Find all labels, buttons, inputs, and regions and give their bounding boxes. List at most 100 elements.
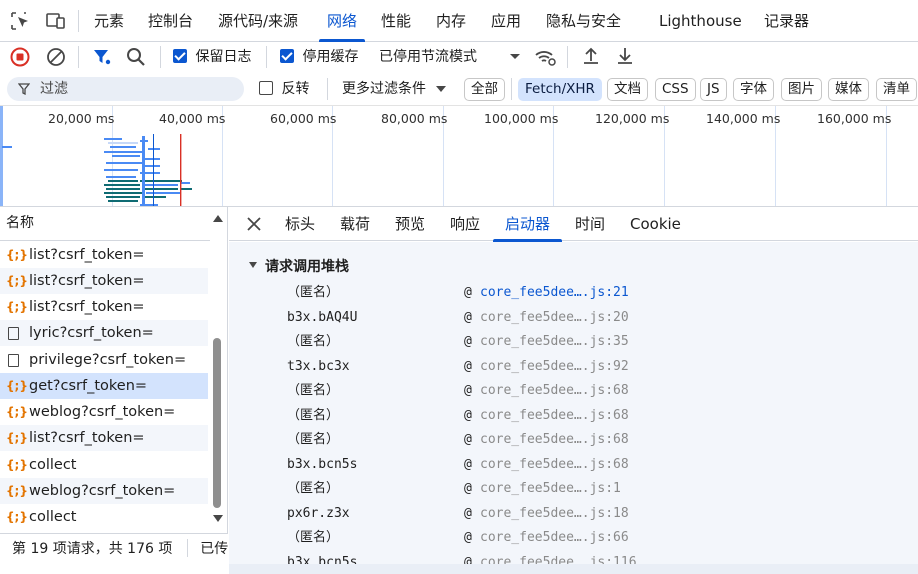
name-column-header[interactable]: 名称 <box>0 207 210 241</box>
filter-input[interactable]: 过滤 <box>7 77 244 101</box>
toolbar-divider <box>78 46 79 68</box>
disable-cache-checkbox[interactable] <box>280 49 294 63</box>
frame-source-link[interactable]: core_fee5dee….js:18 <box>480 502 629 526</box>
tab-response[interactable]: 响应 <box>450 207 480 241</box>
tab-initiator[interactable]: 启动器 <box>492 207 563 242</box>
list-item[interactable]: {;} list?csrf_token= <box>0 242 208 268</box>
frame-function: b3x.bAQ4U <box>287 310 358 325</box>
toolbar-divider <box>511 78 512 100</box>
frame-at: @ <box>464 334 472 349</box>
disable-cache-toggle[interactable]: 停用缓存 <box>280 46 358 68</box>
preserve-log-toggle[interactable]: 保留日志 <box>173 46 251 68</box>
chevron-down-icon[interactable] <box>509 53 521 61</box>
tab-cookies[interactable]: Cookie <box>630 207 681 241</box>
overview-tick-label: 80,000 ms <box>381 111 448 126</box>
tab-timing[interactable]: 时间 <box>575 207 605 241</box>
expand-triangle-icon[interactable] <box>249 262 257 268</box>
invert-checkbox[interactable] <box>259 81 273 95</box>
frame-at: @ <box>464 408 472 423</box>
chip-fetch-xhr[interactable]: Fetch/XHR <box>518 78 602 101</box>
filter-placeholder: 过滤 <box>40 81 68 97</box>
frame-source-link[interactable]: core_fee5dee….js:66 <box>480 526 629 550</box>
tab-privacy-security[interactable]: 隐私与安全 <box>546 0 621 42</box>
search-icon[interactable] <box>125 46 147 68</box>
list-item[interactable]: {;} list?csrf_token= <box>0 425 208 451</box>
frame-function: b3x.bcn5s <box>287 457 358 472</box>
frame-source-link[interactable]: core_fee5dee….js:21 <box>480 281 629 305</box>
import-har-icon[interactable] <box>580 45 602 67</box>
tab-lighthouse[interactable]: Lighthouse <box>659 0 742 42</box>
filter-icon[interactable] <box>91 46 113 68</box>
tab-sources[interactable]: 源代码/来源 <box>218 0 298 42</box>
list-item[interactable]: {;} weblog?csrf_token= <box>0 399 208 425</box>
chip-all[interactable]: 全部 <box>464 78 505 101</box>
stack-frame: （匿名） @ core_fee5dee….js:68 <box>229 404 918 428</box>
request-name: lyric?csrf_token= <box>29 325 154 341</box>
list-item[interactable]: {;} collect <box>0 504 208 530</box>
stack-frame: （匿名） @ core_fee5dee….js:35 <box>229 330 918 354</box>
network-conditions-icon[interactable] <box>533 46 557 68</box>
frame-at: @ <box>464 383 472 398</box>
tab-elements[interactable]: 元素 <box>94 0 124 42</box>
frame-source-link[interactable]: core_fee5dee….js:116 <box>480 551 637 564</box>
invert-toggle[interactable]: 反转 <box>259 78 309 100</box>
list-item[interactable]: {;} list?csrf_token= <box>0 294 208 320</box>
tab-network[interactable]: 网络 <box>318 0 366 42</box>
chip-doc[interactable]: 文档 <box>607 78 648 101</box>
filter-row: 过滤 反转 更多过滤条件 全部 Fetch/XHR 文档 CSS JS 字体 图… <box>0 72 918 106</box>
chip-manifest[interactable]: 清单 <box>876 78 917 101</box>
list-item-selected[interactable]: {;} get?csrf_token= <box>0 373 208 399</box>
request-list-scrollbar[interactable] <box>213 338 221 508</box>
chip-js[interactable]: JS <box>700 78 727 101</box>
list-item[interactable]: lyric?csrf_token= <box>0 320 208 346</box>
request-name: list?csrf_token= <box>29 430 145 446</box>
list-item[interactable]: {;} list?csrf_token= <box>0 268 208 294</box>
frame-source-link[interactable]: core_fee5dee….js:68 <box>480 453 629 477</box>
preserve-log-checkbox[interactable] <box>173 49 187 63</box>
document-icon <box>8 327 19 340</box>
more-filters-dropdown[interactable]: 更多过滤条件 <box>342 78 447 100</box>
frame-source-link[interactable]: core_fee5dee….js:20 <box>480 306 629 330</box>
network-overview[interactable]: 20,000 ms 40,000 ms 60,000 ms 80,000 ms … <box>0 106 918 207</box>
frame-source-link[interactable]: core_fee5dee….js:92 <box>480 355 629 379</box>
frame-at: @ <box>464 530 472 545</box>
toolbar-divider <box>266 46 267 68</box>
frame-source-link[interactable]: core_fee5dee….js:68 <box>480 379 629 403</box>
tab-memory[interactable]: 内存 <box>436 0 466 42</box>
tab-headers[interactable]: 标头 <box>285 207 315 241</box>
tab-console[interactable]: 控制台 <box>148 0 193 42</box>
chip-font[interactable]: 字体 <box>733 78 774 101</box>
throttling-select[interactable]: 已停用节流模式 <box>379 46 477 68</box>
list-item[interactable]: {;} collect <box>0 452 208 478</box>
request-name: list?csrf_token= <box>29 273 145 289</box>
frame-source-link[interactable]: core_fee5dee….js:68 <box>480 428 629 452</box>
tab-performance[interactable]: 性能 <box>381 0 411 42</box>
stack-frame: （匿名） @ core_fee5dee….js:21 <box>229 281 918 305</box>
device-toolbar-icon[interactable] <box>45 11 67 31</box>
scroll-up-icon[interactable] <box>212 213 224 223</box>
chip-css[interactable]: CSS <box>655 78 696 101</box>
inspect-element-icon[interactable] <box>10 11 32 31</box>
stack-frame: （匿名） @ core_fee5dee….js:68 <box>229 379 918 403</box>
chip-img[interactable]: 图片 <box>781 78 822 101</box>
frame-source-link[interactable]: core_fee5dee….js:1 <box>480 477 621 501</box>
close-icon[interactable] <box>247 217 261 231</box>
tab-recorder[interactable]: 记录器 <box>764 0 809 42</box>
stop-recording-icon[interactable] <box>9 46 31 68</box>
scroll-down-icon[interactable] <box>212 514 224 524</box>
list-item[interactable]: privilege?csrf_token= <box>0 347 208 373</box>
list-item[interactable]: {;} weblog?csrf_token= <box>0 478 208 504</box>
tab-preview[interactable]: 预览 <box>395 207 425 241</box>
export-har-icon[interactable] <box>614 45 636 67</box>
frame-source-link[interactable]: core_fee5dee….js:68 <box>480 404 629 428</box>
clear-icon[interactable] <box>45 46 67 68</box>
tab-application[interactable]: 应用 <box>491 0 521 42</box>
chip-media[interactable]: 媒体 <box>828 78 869 101</box>
transferred-summary: 已传 <box>200 541 228 557</box>
call-stack-title[interactable]: 请求调用堆栈 <box>265 256 349 276</box>
frame-function: （匿名） <box>287 285 340 300</box>
frame-source-link[interactable]: core_fee5dee….js:35 <box>480 330 629 354</box>
tab-payload[interactable]: 载荷 <box>340 207 370 241</box>
frame-function: （匿名） <box>287 334 340 349</box>
request-list: 名称 {;} list?csrf_token= {;} list?csrf_to… <box>0 207 228 574</box>
